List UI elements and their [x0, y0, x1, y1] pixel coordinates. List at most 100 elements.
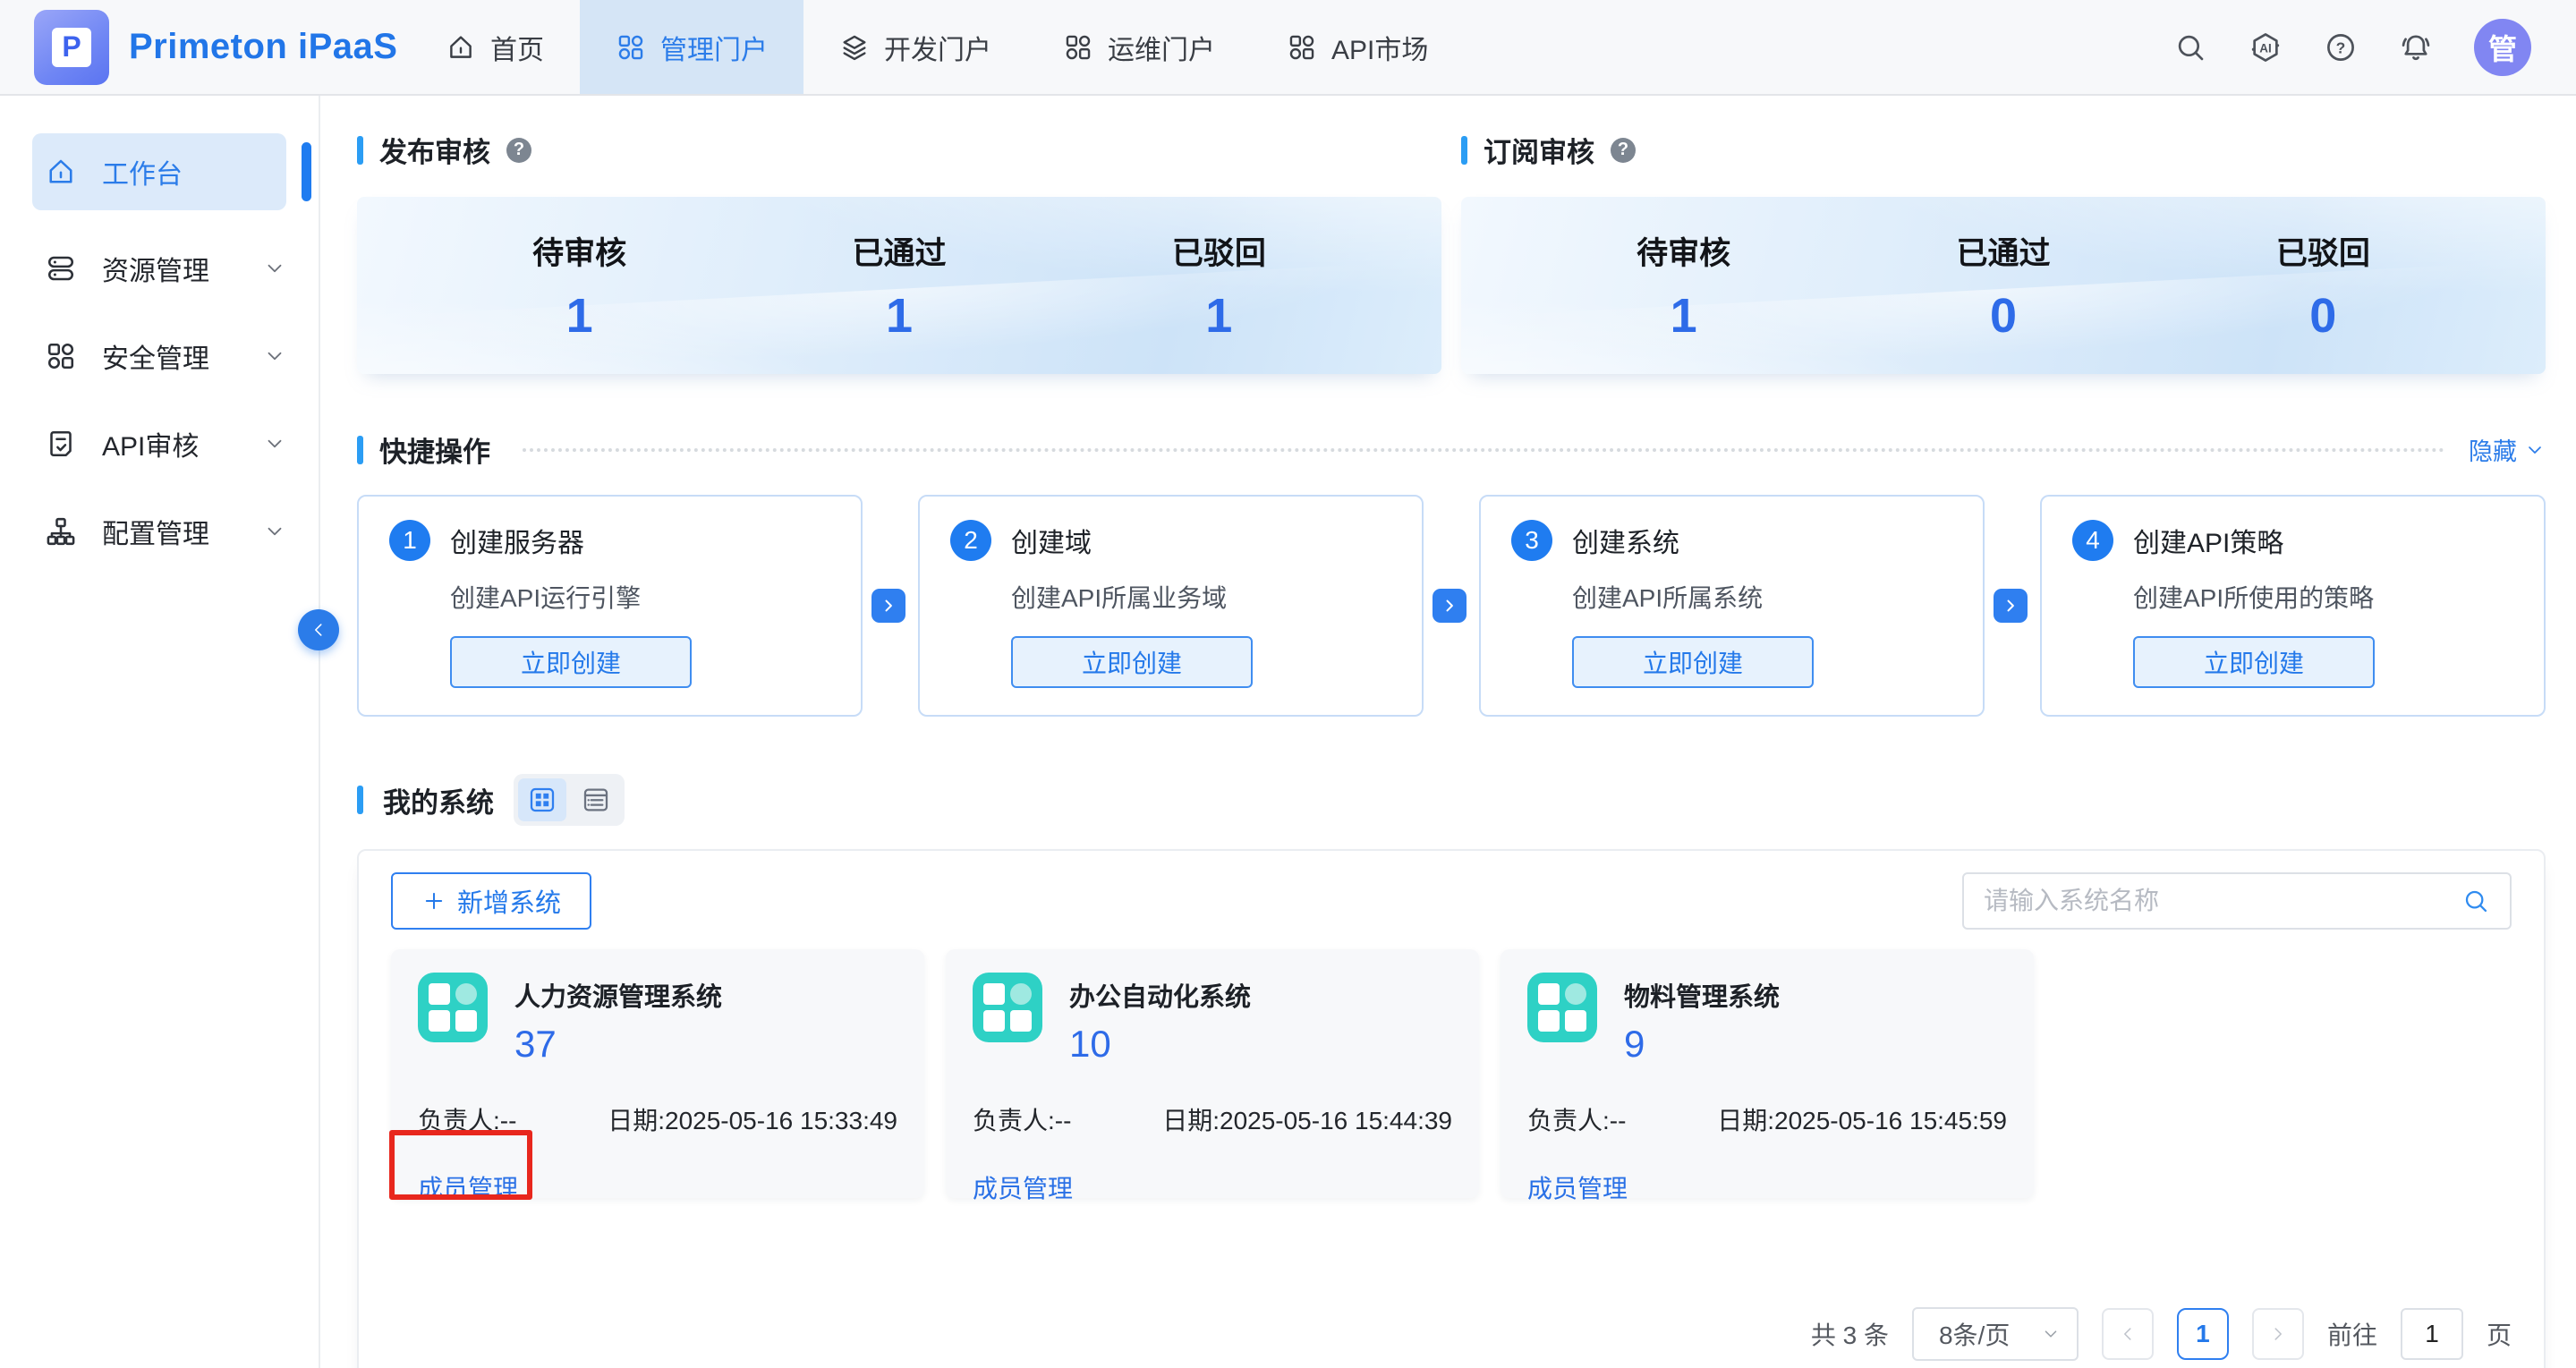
nav-item-home[interactable]: 首页 [410, 0, 580, 94]
help-icon[interactable] [2324, 30, 2358, 64]
nav-item-dev-portal[interactable]: 开发门户 [803, 0, 1027, 94]
prev-page-button[interactable] [2102, 1308, 2154, 1360]
create-now-button[interactable]: 立即创建 [1011, 636, 1253, 688]
system-app-icon [418, 973, 488, 1042]
stat-value: 1 [852, 288, 946, 344]
portal-menu: 首页 管理门户 开发门户 运维门户 API市场 [410, 0, 1464, 94]
system-name: 人力资源管理系统 [514, 976, 722, 1014]
database-icon [45, 252, 77, 285]
step-number-badge: 1 [389, 520, 430, 561]
system-date: 日期:2025-05-16 15:44:39 [1162, 1101, 1452, 1137]
stat-value: 0 [2276, 288, 2370, 344]
system-search-input[interactable] [1984, 887, 2461, 915]
nav-item-admin-portal[interactable]: 管理门户 [580, 0, 803, 94]
brand-logo-letter: P [52, 28, 91, 67]
section-accent-bar [357, 786, 363, 814]
brand-name: Primeton iPaaS [129, 27, 397, 67]
sidebar-item-security-mgmt[interactable]: 安全管理 [32, 312, 286, 400]
quick-actions-section: 快捷操作 隐藏 1 创建服务器 创建API运行引擎 立即创建 [357, 429, 2546, 717]
step-arrow-icon [1994, 589, 2028, 623]
system-app-icon [973, 973, 1042, 1042]
stat-pending: 待审核 1 [1637, 228, 1730, 344]
nav-item-api-market[interactable]: API市场 [1251, 0, 1464, 94]
page-size-select[interactable]: 8条/页 [1912, 1307, 2079, 1361]
quick-card-desc: 创建API所属业务域 [1011, 579, 1391, 615]
next-page-button[interactable] [2252, 1308, 2304, 1360]
system-owner: 负责人:-- [418, 1101, 516, 1137]
publish-review-section: 发布审核 ? 待审核 1 已通过 1 已驳回 1 [357, 130, 1441, 374]
chevron-down-icon [263, 344, 286, 368]
stat-label: 已驳回 [2276, 228, 2370, 274]
nav-item-label: 管理门户 [660, 28, 768, 67]
quick-card-desc: 创建API所属系统 [1572, 579, 1952, 615]
sidebar-item-resource-mgmt[interactable]: 资源管理 [32, 225, 286, 312]
hide-link-label: 隐藏 [2469, 432, 2517, 467]
stat-label: 已通过 [1956, 228, 2050, 274]
page-size-value: 8条/页 [1939, 1316, 2010, 1352]
stat-value: 1 [1172, 288, 1266, 344]
add-system-button[interactable]: 新增系统 [391, 872, 591, 930]
system-card-hr: 人力资源管理系统 37 负责人:-- 日期:2025-05-16 15:33:4… [391, 949, 924, 1198]
pagination: 共 3 条 8条/页 1 前往 页 [391, 1307, 2512, 1361]
goto-page-input[interactable] [2401, 1308, 2463, 1360]
user-avatar[interactable]: 管 [2474, 19, 2531, 76]
step-number-badge: 4 [2072, 520, 2113, 561]
member-management-link[interactable]: 成员管理 [1527, 1169, 1628, 1205]
hide-quick-actions-link[interactable]: 隐藏 [2469, 432, 2546, 467]
layers-icon [839, 32, 870, 63]
notification-bell-icon[interactable] [2399, 30, 2433, 64]
grid-icon [1287, 32, 1317, 63]
create-now-button[interactable]: 立即创建 [2133, 636, 2375, 688]
stat-value: 1 [1637, 288, 1730, 344]
system-api-count: 9 [1624, 1023, 1780, 1066]
help-icon[interactable]: ? [1611, 138, 1636, 163]
my-systems-section: 我的系统 新增系统 [357, 774, 2546, 1368]
system-name: 办公自动化系统 [1069, 976, 1251, 1014]
list-view-icon [582, 786, 610, 814]
system-api-count: 10 [1069, 1023, 1251, 1066]
quick-card-title: 创建服务器 [450, 521, 584, 560]
member-management-link[interactable]: 成员管理 [418, 1169, 518, 1205]
sidebar-item-workbench[interactable]: 工作台 [32, 133, 286, 210]
sidebar-item-config-mgmt[interactable]: 配置管理 [32, 488, 286, 575]
grid-view-icon [528, 786, 557, 814]
member-management-link[interactable]: 成员管理 [973, 1169, 1073, 1205]
list-view-button[interactable] [572, 778, 620, 821]
stat-label: 待审核 [532, 228, 626, 274]
stat-pending: 待审核 1 [532, 228, 626, 344]
document-check-icon [45, 428, 77, 460]
search-icon[interactable] [2461, 887, 2490, 915]
stat-approved: 已通过 0 [1956, 228, 2050, 344]
grid-view-button[interactable] [518, 778, 566, 821]
quick-card-create-api-policy: 4 创建API策略 创建API所使用的策略 立即创建 [2040, 495, 2546, 717]
nav-item-ops-portal[interactable]: 运维门户 [1027, 0, 1251, 94]
help-icon[interactable]: ? [506, 138, 531, 163]
step-number-badge: 2 [950, 520, 991, 561]
sidebar-item-label: API审核 [102, 424, 199, 463]
page-number-button[interactable]: 1 [2177, 1308, 2229, 1360]
ai-assistant-icon[interactable] [2249, 30, 2283, 64]
sidebar-item-label: 工作台 [102, 152, 183, 191]
page-unit-label: 页 [2487, 1316, 2512, 1352]
chevron-down-icon [263, 257, 286, 280]
quick-card-title: 创建API策略 [2133, 521, 2283, 560]
stat-value: 0 [1956, 288, 2050, 344]
quick-card-desc: 创建API所使用的策略 [2133, 579, 2513, 615]
sidebar-item-api-review[interactable]: API审核 [32, 400, 286, 488]
quick-card-create-system: 3 创建系统 创建API所属系统 立即创建 [1479, 495, 1985, 717]
nav-item-label: 首页 [490, 28, 544, 67]
create-now-button[interactable]: 立即创建 [450, 636, 692, 688]
section-title: 我的系统 [383, 780, 494, 820]
grid-icon [1063, 32, 1093, 63]
chevron-right-icon [2268, 1324, 2288, 1344]
create-now-button[interactable]: 立即创建 [1572, 636, 1814, 688]
section-title: 快捷操作 [379, 429, 490, 470]
search-icon[interactable] [2173, 30, 2207, 64]
quick-card-title: 创建系统 [1572, 521, 1679, 560]
org-tree-icon [45, 515, 77, 548]
nav-item-label: API市场 [1331, 28, 1428, 67]
sidebar-item-label: 安全管理 [102, 336, 209, 376]
system-app-icon [1527, 973, 1597, 1042]
chevron-left-icon [2118, 1324, 2138, 1344]
sidebar-collapse-button[interactable] [298, 609, 339, 650]
